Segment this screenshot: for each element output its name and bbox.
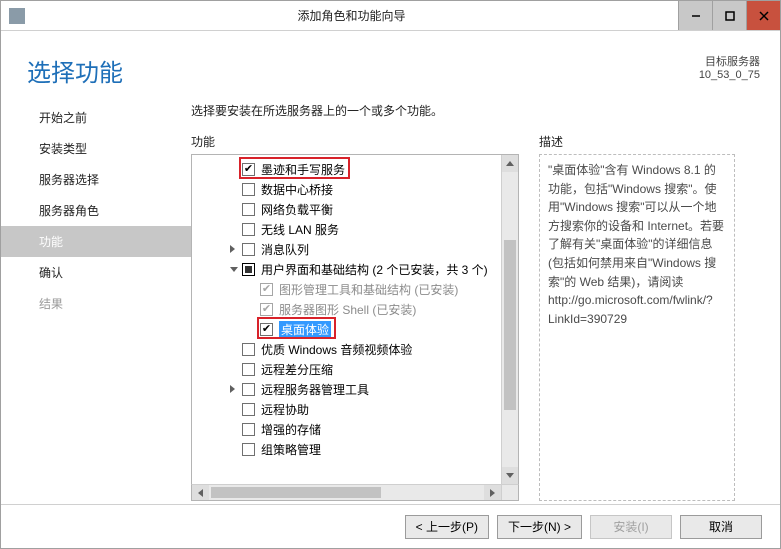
scrollbar-corner [501, 485, 518, 500]
feature-checkbox[interactable] [242, 223, 255, 236]
sidebar-step[interactable]: 功能 [1, 226, 191, 257]
scroll-down-icon[interactable] [502, 467, 518, 484]
description-column-header: 描述 [539, 133, 735, 150]
feature-description: "桌面体验"含有 Windows 8.1 的功能，包括"Windows 搜索"。… [539, 154, 735, 501]
horizontal-scrollbar[interactable] [191, 484, 519, 501]
features-tree[interactable]: 墨迹和手写服务数据中心桥接网络负载平衡无线 LAN 服务消息队列用户界面和基础结… [191, 154, 519, 484]
target-server-info: 目标服务器 10_53_0_75 [699, 53, 760, 81]
feature-checkbox[interactable] [242, 363, 255, 376]
feature-item[interactable]: 桌面体验 [200, 319, 500, 339]
feature-item[interactable]: 远程服务器管理工具 [200, 379, 500, 399]
feature-label: 数据中心桥接 [261, 181, 333, 198]
feature-label: 网络负载平衡 [261, 201, 333, 218]
window-title: 添加角色和功能向导 [25, 7, 678, 24]
feature-checkbox[interactable] [242, 403, 255, 416]
feature-checkbox [260, 303, 273, 316]
feature-checkbox[interactable] [242, 383, 255, 396]
feature-item[interactable]: 优质 Windows 音频视频体验 [200, 339, 500, 359]
page-title: 选择功能 [27, 53, 123, 88]
minimize-button[interactable] [678, 1, 712, 30]
feature-item[interactable]: 组策略管理 [200, 439, 500, 459]
feature-item[interactable]: 远程协助 [200, 399, 500, 419]
scroll-left-icon[interactable] [192, 485, 209, 500]
vertical-scrollbar[interactable] [501, 155, 518, 484]
target-server-label: 目标服务器 [699, 53, 760, 69]
feature-checkbox[interactable] [242, 263, 255, 276]
feature-label: 桌面体验 [279, 321, 331, 338]
expand-icon[interactable] [230, 385, 242, 393]
feature-checkbox[interactable] [242, 203, 255, 216]
maximize-button[interactable] [712, 1, 746, 30]
sidebar-step[interactable]: 开始之前 [1, 102, 191, 133]
scroll-right-icon[interactable] [484, 485, 501, 500]
instruction-text: 选择要安装在所选服务器上的一个或多个功能。 [191, 102, 735, 119]
feature-item[interactable]: 网络负载平衡 [200, 199, 500, 219]
feature-item[interactable]: 图形管理工具和基础结构 (已安装) [200, 279, 500, 299]
feature-item[interactable]: 数据中心桥接 [200, 179, 500, 199]
feature-checkbox[interactable] [242, 423, 255, 436]
feature-checkbox[interactable] [242, 443, 255, 456]
feature-label: 服务器图形 Shell (已安装) [279, 301, 416, 318]
feature-label: 组策略管理 [261, 441, 321, 458]
cancel-button[interactable]: 取消 [680, 515, 762, 539]
feature-label: 墨迹和手写服务 [261, 161, 345, 178]
collapse-icon[interactable] [230, 267, 242, 272]
feature-item[interactable]: 消息队列 [200, 239, 500, 259]
feature-item[interactable]: 用户界面和基础结构 (2 个已安装，共 3 个) [200, 259, 500, 279]
feature-checkbox [260, 283, 273, 296]
app-icon [9, 8, 25, 24]
feature-item[interactable]: 墨迹和手写服务 [200, 159, 500, 179]
sidebar-step: 结果 [1, 288, 191, 319]
wizard-steps-sidebar: 开始之前安装类型服务器选择服务器角色功能确认结果 [1, 102, 191, 501]
sidebar-step[interactable]: 安装类型 [1, 133, 191, 164]
target-server-value: 10_53_0_75 [699, 69, 760, 81]
sidebar-step[interactable]: 确认 [1, 257, 191, 288]
scroll-up-icon[interactable] [502, 155, 518, 172]
feature-label: 优质 Windows 音频视频体验 [261, 341, 412, 358]
feature-checkbox[interactable] [242, 243, 255, 256]
feature-label: 增强的存储 [261, 421, 321, 438]
expand-icon[interactable] [230, 245, 242, 253]
features-column-header: 功能 [191, 133, 519, 150]
feature-label: 用户界面和基础结构 (2 个已安装，共 3 个) [261, 261, 488, 278]
feature-label: 图形管理工具和基础结构 (已安装) [279, 281, 458, 298]
previous-button[interactable]: < 上一步(P) [405, 515, 489, 539]
feature-label: 远程服务器管理工具 [261, 381, 369, 398]
scroll-thumb-vertical[interactable] [504, 240, 516, 410]
feature-label: 消息队列 [261, 241, 309, 258]
install-button[interactable]: 安装(I) [590, 515, 672, 539]
feature-checkbox[interactable] [242, 343, 255, 356]
next-button[interactable]: 下一步(N) > [497, 515, 582, 539]
feature-item[interactable]: 增强的存储 [200, 419, 500, 439]
feature-item[interactable]: 服务器图形 Shell (已安装) [200, 299, 500, 319]
feature-checkbox[interactable] [260, 323, 273, 336]
feature-item[interactable]: 远程差分压缩 [200, 359, 500, 379]
sidebar-step[interactable]: 服务器角色 [1, 195, 191, 226]
feature-label: 远程差分压缩 [261, 361, 333, 378]
feature-checkbox[interactable] [242, 183, 255, 196]
feature-label: 无线 LAN 服务 [261, 221, 339, 238]
sidebar-step[interactable]: 服务器选择 [1, 164, 191, 195]
feature-item[interactable]: 无线 LAN 服务 [200, 219, 500, 239]
feature-label: 远程协助 [261, 401, 309, 418]
scroll-thumb-horizontal[interactable] [211, 487, 381, 498]
feature-checkbox[interactable] [242, 163, 255, 176]
close-button[interactable] [746, 1, 780, 30]
